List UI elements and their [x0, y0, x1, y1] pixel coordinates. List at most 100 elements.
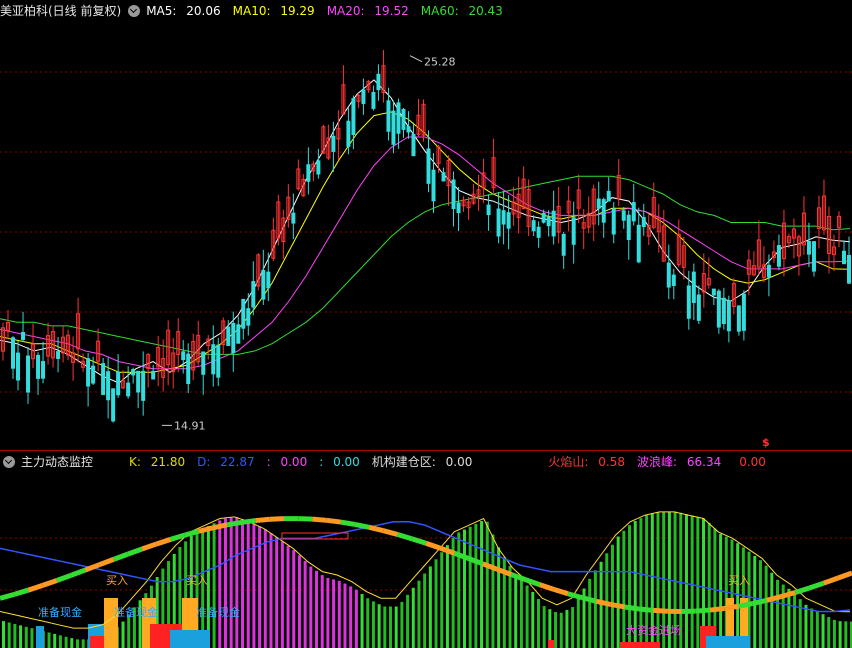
- candle-body: [56, 351, 61, 359]
- candle-body: [766, 264, 771, 278]
- candle-body: [306, 164, 311, 182]
- prepare-cash-label: 准备现金: [38, 606, 82, 619]
- candle-body: [291, 212, 296, 224]
- histogram-bar: [423, 573, 427, 648]
- trend-band-segment: [653, 607, 668, 614]
- candle-body: [251, 281, 256, 308]
- histogram-bar: [787, 588, 791, 648]
- indicator-header: 主力动态监控 K: 21.80 D: 22.87 : 0.00 : 0.00 机…: [0, 452, 778, 472]
- histogram-bar: [58, 635, 62, 648]
- candle-body: [241, 298, 246, 329]
- histogram-bar: [81, 639, 85, 648]
- candle-body: [201, 351, 206, 375]
- candle-body: [131, 369, 136, 376]
- high-marker-line: [409, 55, 423, 63]
- candle-body: [451, 179, 456, 210]
- histogram-bar: [588, 578, 592, 648]
- histogram-bar: [7, 622, 11, 648]
- candle-body: [101, 363, 106, 395]
- histogram-bar: [428, 566, 432, 648]
- trend-band-segment: [752, 597, 768, 606]
- trend-band-segment: [312, 516, 327, 523]
- chevron-down-icon[interactable]: [3, 456, 15, 468]
- candle-body: [626, 214, 631, 241]
- candle-body: [741, 293, 746, 331]
- trend-band-segment: [226, 519, 242, 528]
- histogram-bar: [64, 636, 68, 648]
- signal-block: [170, 630, 210, 648]
- candle-body: [561, 233, 566, 256]
- trend-band-segment: [695, 607, 711, 614]
- histogram-bar: [286, 545, 290, 648]
- pane-separator[interactable]: [0, 450, 852, 451]
- candle-body: [431, 169, 436, 202]
- histogram-bar: [263, 529, 267, 648]
- histogram-bar: [531, 591, 535, 648]
- candle-body: [246, 308, 251, 326]
- trend-band-segment: [737, 601, 754, 609]
- histogram-bar: [394, 606, 398, 648]
- histogram-bar: [497, 547, 501, 648]
- candle-body: [391, 110, 396, 145]
- trend-band-segment: [298, 516, 313, 522]
- main-chart-title: 美亚柏科(日线 前复权): [0, 4, 122, 18]
- trend-band-segment: [112, 551, 129, 562]
- candle-body: [551, 210, 556, 237]
- high-price-label: 25.28: [424, 56, 456, 69]
- histogram-bar: [565, 609, 569, 648]
- histogram-bar: [411, 587, 415, 648]
- candle-body: [486, 204, 491, 216]
- chevron-down-icon[interactable]: [128, 5, 141, 17]
- trend-band-segment: [411, 536, 427, 546]
- trend-band-segment: [538, 582, 555, 592]
- candle-body: [401, 108, 406, 130]
- candle-body: [261, 269, 266, 300]
- histogram-bar: [622, 530, 626, 648]
- trend-band-segment: [126, 546, 143, 557]
- candle-body: [316, 160, 321, 175]
- trend-band-segment: [354, 521, 370, 530]
- histogram-bar: [480, 521, 484, 648]
- histogram-bar: [844, 621, 848, 648]
- trend-band-segment: [638, 606, 654, 613]
- histogram-bar: [24, 626, 28, 648]
- candle-body: [691, 271, 696, 303]
- candle-body: [726, 300, 731, 332]
- histogram-bar: [770, 572, 774, 648]
- candlestick-chart[interactable]: 25.28 14.91: [0, 20, 852, 450]
- histogram-bar: [383, 606, 387, 648]
- trend-band-segment: [255, 516, 271, 524]
- histogram-bar: [434, 559, 438, 648]
- histogram-bar: [542, 606, 546, 648]
- histogram-bar: [832, 619, 836, 648]
- candle-body: [26, 355, 31, 393]
- histogram-bar: [747, 551, 751, 648]
- stat-flame: 火焰山: 0.58: [548, 455, 625, 469]
- stat-institution: 机构建仓区: 0.00: [371, 455, 473, 469]
- indicator-title: 主力动态监控: [21, 455, 94, 469]
- histogram-bar: [485, 521, 489, 648]
- indicator-chart[interactable]: [0, 472, 852, 648]
- histogram-bar: [827, 617, 831, 648]
- histogram-bar: [440, 552, 444, 648]
- candle-body: [686, 285, 691, 319]
- histogram-bar: [559, 612, 563, 648]
- histogram-bar: [793, 593, 797, 648]
- histogram-bar: [616, 536, 620, 648]
- trend-band-segment: [326, 517, 342, 525]
- candle-body: [441, 172, 446, 182]
- histogram-bar: [571, 607, 575, 648]
- candle-body: [371, 91, 376, 109]
- trend-band-segment: [836, 570, 852, 581]
- trend-band-segment: [241, 518, 256, 525]
- candle-body: [151, 370, 156, 380]
- histogram-bar: [366, 598, 370, 648]
- histogram-bar: [19, 625, 23, 648]
- main-chart-header: 美亚柏科(日线 前复权) MA5: 20.06 MA10: 19.29 MA20…: [0, 1, 515, 21]
- candle-body: [666, 262, 671, 288]
- candle-body: [376, 73, 381, 91]
- histogram-bar: [554, 612, 558, 648]
- candle-body: [631, 202, 636, 222]
- stat-extra: 0.00: [739, 455, 766, 469]
- signal-block: [620, 642, 660, 648]
